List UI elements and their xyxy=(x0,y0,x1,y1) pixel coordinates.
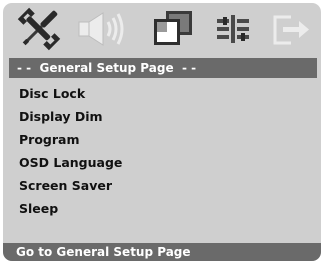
setup-tab-bar xyxy=(3,3,321,55)
menu-item-disc-lock[interactable]: Disc Lock xyxy=(19,85,122,108)
tab-video-setup[interactable] xyxy=(144,7,200,51)
setup-options-list: Disc Lock Display Dim Program OSD Langua… xyxy=(19,85,122,223)
exit-icon xyxy=(273,15,309,45)
speaker-icon xyxy=(78,12,124,46)
preferences-icon xyxy=(217,15,249,43)
page-title: - - General Setup Page - - xyxy=(9,58,317,78)
tools-icon xyxy=(17,7,61,51)
menu-item-program[interactable]: Program xyxy=(19,131,122,154)
menu-item-display-dim[interactable]: Display Dim xyxy=(19,108,122,131)
menu-item-sleep[interactable]: Sleep xyxy=(19,200,122,223)
tab-general-setup[interactable] xyxy=(11,7,67,51)
menu-item-screen-saver[interactable]: Screen Saver xyxy=(19,177,122,200)
tab-exit-setup[interactable] xyxy=(261,7,317,51)
status-bar: Go to General Setup Page xyxy=(3,243,321,261)
menu-item-osd-language[interactable]: OSD Language xyxy=(19,154,122,177)
setup-menu-panel: - - General Setup Page - - Disc Lock Dis… xyxy=(3,3,321,261)
video-screens-icon xyxy=(154,11,192,45)
tab-preference-setup[interactable] xyxy=(203,7,259,51)
tab-audio-setup[interactable] xyxy=(73,7,129,51)
